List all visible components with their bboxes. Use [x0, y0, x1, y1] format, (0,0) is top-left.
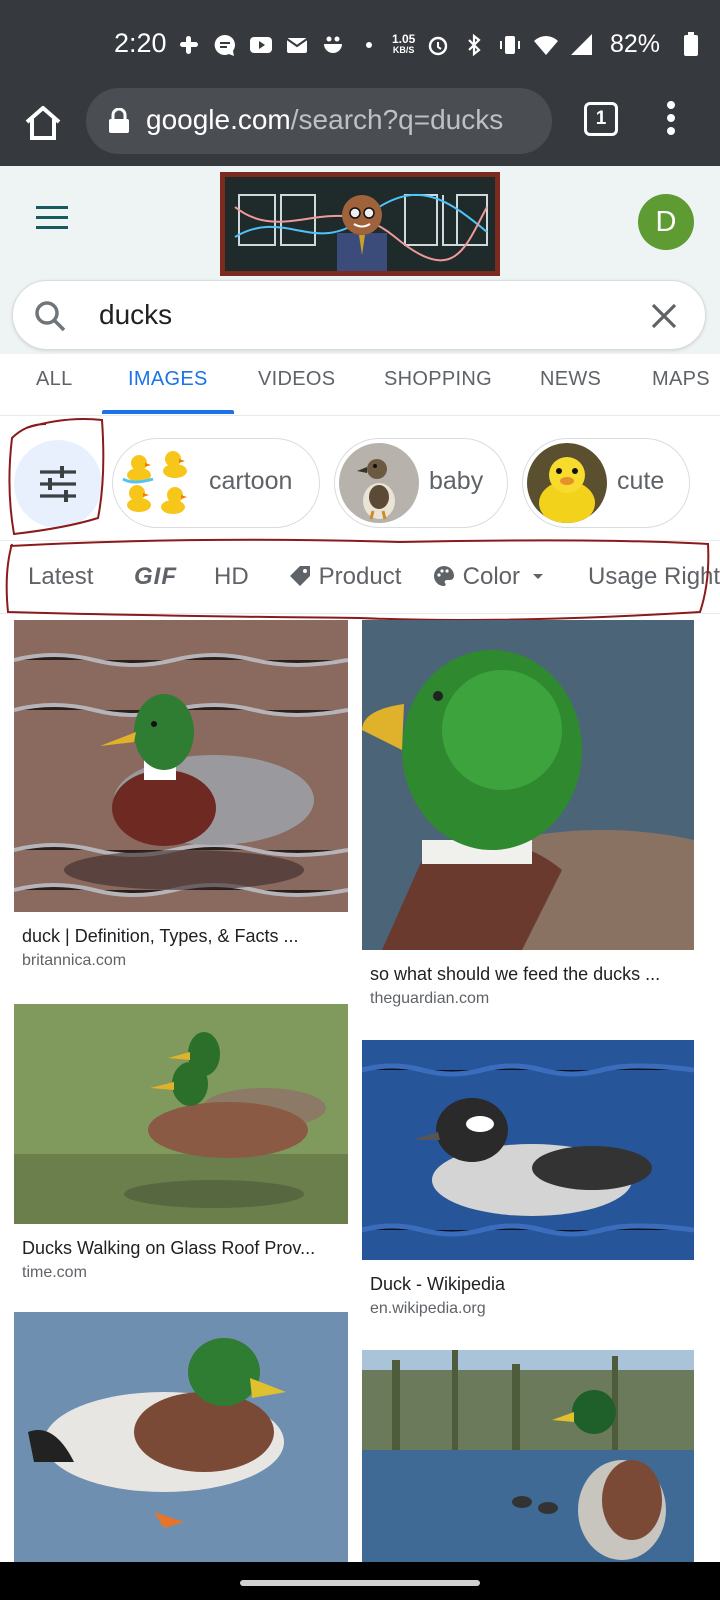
account-avatar[interactable]: D — [638, 194, 694, 250]
result-title[interactable]: Ducks Walking on Glass Roof Prov... — [22, 1238, 315, 1259]
net-speed-value: 1.05 — [392, 32, 416, 46]
google-doodle[interactable] — [220, 172, 500, 276]
chip-cute-label: cute — [617, 467, 665, 495]
net-speed-unit: KB/S — [392, 45, 415, 55]
chip-baby-label: baby — [429, 467, 484, 495]
tool-usage-rights[interactable]: Usage Rights — [588, 563, 720, 591]
wifi-icon — [533, 32, 559, 58]
chip-cartoon-label: cartoon — [209, 467, 293, 495]
tab-shopping[interactable]: SHOPPING — [384, 368, 492, 391]
chevron-down-icon — [532, 574, 543, 579]
status-bar: 2:20 1.05 KB/S 82% — [0, 0, 720, 88]
search-input[interactable] — [99, 295, 579, 335]
result-source: britannica.com — [22, 952, 127, 969]
doodle-chalkboard — [225, 177, 495, 271]
tab-images[interactable]: IMAGES — [128, 368, 208, 391]
tab-videos[interactable]: VIDEOS — [258, 368, 335, 391]
chip-cartoon[interactable]: cartoon — [112, 438, 320, 528]
google-header: D — [0, 166, 720, 284]
status-icons: 1.05 KB/S — [176, 30, 595, 60]
chip-baby[interactable]: baby — [334, 438, 508, 528]
result-card[interactable]: so what should we feed the ducks ... the… — [362, 620, 694, 1020]
result-card[interactable]: Ducks Walking on Glass Roof Prov... time… — [14, 1004, 348, 1294]
youtube-icon — [248, 32, 274, 58]
result-title[interactable]: duck | Definition, Types, & Facts ... — [22, 926, 298, 947]
home-icon[interactable] — [22, 102, 64, 144]
alarm-icon — [425, 32, 451, 58]
result-source: en.wikipedia.org — [370, 1300, 486, 1317]
page: 2:20 1.05 KB/S 82% google.com/search?q=d… — [0, 0, 720, 1600]
search-tabs: ALL IMAGES VIDEOS SHOPPING NEWS MAPS — [0, 354, 720, 416]
result-card[interactable]: duck | Definition, Types, & Facts ... br… — [14, 620, 348, 980]
result-image[interactable] — [14, 1312, 348, 1562]
baby-duck-thumbnail — [339, 443, 419, 523]
result-image[interactable] — [14, 1004, 348, 1224]
search-tools-row: Latest GIF HD Product Color Usage Rights — [0, 540, 720, 614]
url-text: google.com/search?q=ducks — [146, 104, 503, 136]
result-image[interactable] — [14, 620, 348, 912]
tool-latest[interactable]: Latest — [28, 563, 93, 591]
hamburger-menu-icon[interactable] — [36, 206, 68, 230]
home-gesture-handle[interactable] — [240, 1580, 480, 1586]
browser-toolbar: google.com/search?q=ducks 1 — [0, 88, 720, 166]
tab-maps[interactable]: MAPS — [652, 368, 710, 391]
result-source: theguardian.com — [370, 990, 490, 1007]
slack-icon — [176, 32, 202, 58]
vibrate-icon — [497, 32, 523, 58]
palette-icon — [434, 566, 454, 586]
result-image[interactable] — [362, 1040, 694, 1260]
lock-icon — [108, 107, 130, 134]
tool-hd[interactable]: HD — [214, 563, 249, 591]
tab-switcher-button[interactable]: 1 — [584, 102, 618, 136]
url-domain: google.com — [146, 104, 291, 135]
battery-icon — [684, 32, 698, 56]
result-title[interactable]: so what should we feed the ducks ... — [370, 964, 660, 985]
result-image[interactable] — [362, 1350, 694, 1562]
result-card[interactable]: Duck - Wikipedia en.wikipedia.org — [362, 1040, 694, 1330]
result-source: time.com — [22, 1264, 87, 1281]
tool-product[interactable]: Product — [288, 563, 401, 591]
doodle-logo-image — [234, 193, 488, 271]
dot-icon — [356, 32, 382, 58]
system-navigation-bar — [0, 1562, 720, 1600]
tag-icon — [290, 566, 310, 586]
active-tab-indicator — [102, 410, 234, 414]
search-box[interactable] — [12, 280, 706, 350]
result-card[interactable] — [362, 1350, 694, 1562]
tool-gif[interactable]: GIF — [134, 563, 177, 591]
app-icon — [320, 32, 346, 58]
sliders-icon — [40, 466, 76, 502]
search-icon[interactable] — [33, 299, 67, 333]
result-card[interactable] — [14, 1312, 348, 1562]
result-image[interactable] — [362, 620, 694, 950]
chip-cute[interactable]: cute — [522, 438, 690, 528]
bluetooth-icon — [461, 32, 487, 58]
status-time: 2:20 — [114, 28, 167, 58]
signal-icon — [569, 32, 595, 58]
suggestion-chips: cartoon baby cute — [0, 420, 720, 536]
tool-color-label: Color — [462, 563, 521, 590]
gmail-icon — [284, 32, 310, 58]
cartoon-duck-thumbnail — [117, 443, 197, 523]
tool-color[interactable]: Color — [432, 563, 545, 591]
clear-search-icon[interactable] — [647, 299, 681, 333]
tab-all[interactable]: ALL — [36, 368, 73, 391]
result-title[interactable]: Duck - Wikipedia — [370, 1274, 505, 1295]
tool-product-label: Product — [318, 563, 402, 590]
filter-settings-button[interactable] — [14, 440, 102, 528]
address-bar[interactable]: google.com/search?q=ducks — [86, 88, 552, 154]
url-path: /search?q=ducks — [290, 104, 504, 135]
messages-icon — [212, 32, 238, 58]
net-speed: 1.05 KB/S — [392, 32, 416, 56]
cute-duckling-thumbnail — [527, 443, 607, 523]
more-menu-icon[interactable] — [656, 98, 686, 138]
tab-news[interactable]: NEWS — [540, 368, 601, 391]
battery-percent: 82% — [610, 30, 661, 58]
